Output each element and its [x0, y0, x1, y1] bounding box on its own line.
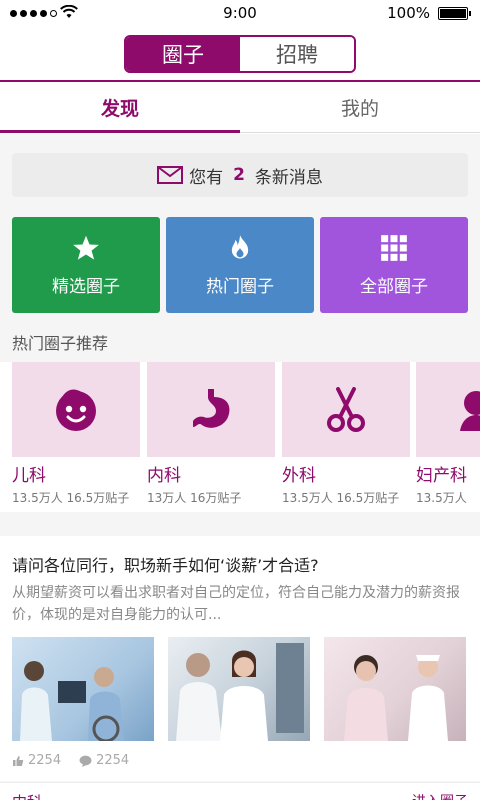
circle-name: 外科 [282, 466, 316, 486]
all-circles-button[interactable]: 全部圈子 [320, 217, 468, 313]
hot-circles-label: 热门圈子 [206, 276, 274, 297]
message-count: 2 [233, 165, 245, 185]
article-meta: 2254 2254 [12, 753, 129, 768]
stomach-icon [193, 388, 230, 428]
thumbs-up-icon [13, 755, 24, 766]
circle-stats: 13万人 16万贴子 [147, 491, 242, 505]
tab-bar: 发现 我的 [0, 83, 480, 133]
next-circle-row[interactable]: 内科 进入圈子 [0, 782, 480, 800]
scissors-icon [327, 386, 365, 432]
circle-card-surgery[interactable]: 外科 13.5万人 16.5万贴子 [282, 362, 410, 506]
woman-icon [460, 390, 480, 431]
star-icon [73, 235, 99, 260]
circle-name: 内科 [147, 466, 181, 486]
header-divider [0, 80, 480, 82]
battery-icon [438, 7, 471, 20]
grid-icon [381, 234, 407, 261]
article-title: 请问各位同行，职场新手如何‘谈薪’才合适? [12, 556, 319, 575]
enter-circle-link[interactable]: 进入圈子 [412, 791, 468, 800]
baby-face-icon [56, 389, 96, 431]
featured-circles-button[interactable]: 精选圈子 [12, 217, 160, 313]
message-suffix: 条新消息 [254, 167, 323, 188]
article-image-1 [12, 637, 154, 743]
featured-circles-label: 精选圈子 [52, 276, 120, 297]
section-switcher: 圈子 招聘 [124, 35, 356, 73]
circle-stats: 13.5万人 [416, 491, 467, 505]
hot-circles-list: 儿科 13.5万人 16.5万贴子 内科 13万人 16万贴子 外科 13.5万… [0, 362, 480, 512]
circle-stats: 13.5万人 16.5万贴子 [282, 491, 400, 505]
envelope-icon [157, 166, 184, 184]
segment-circles[interactable]: 圈子 [126, 37, 240, 71]
circle-card-pediatrics[interactable]: 儿科 13.5万人 16.5万贴子 [12, 362, 140, 506]
hot-circles-button[interactable]: 热门圈子 [166, 217, 314, 313]
circle-name: 妇产科 [416, 466, 467, 486]
tab-mine[interactable]: 我的 [240, 83, 480, 132]
status-bar: 9:00 100% [0, 0, 480, 26]
hot-circles-section-title: 热门圈子推荐 [12, 334, 109, 353]
battery-percent: 100% [387, 4, 430, 22]
article-card[interactable]: 请问各位同行，职场新手如何‘谈薪’才合适? 从期望薪资可以看出求职者对自己的定位… [0, 536, 480, 781]
all-circles-label: 全部圈子 [360, 276, 428, 297]
circle-stats: 13.5万人 16.5万贴子 [12, 491, 130, 505]
comments-count[interactable]: 2254 [79, 753, 129, 768]
segment-recruit[interactable]: 招聘 [240, 37, 354, 71]
new-messages-bar[interactable]: 您有 2 条新消息 [12, 153, 468, 197]
article-summary: 从期望薪资可以看出求职者对自己的定位，符合自己能力及潜力的薪资报价，体现的是对自… [12, 585, 460, 623]
tab-discover[interactable]: 发现 [0, 83, 240, 133]
comment-bubble-icon [79, 755, 92, 767]
next-circle-name: 内科 [12, 791, 42, 800]
circle-name: 儿科 [12, 466, 46, 486]
message-prefix: 您有 [189, 167, 224, 188]
likes-count[interactable]: 2254 [12, 753, 61, 768]
article-image-2 [168, 637, 310, 741]
circle-card-internal[interactable]: 内科 13万人 16万贴子 [147, 362, 275, 506]
circle-card-obstetrics[interactable]: 妇产科 13.5万人 [416, 362, 480, 506]
flame-icon [231, 234, 249, 258]
article-image-3 [324, 637, 466, 741]
